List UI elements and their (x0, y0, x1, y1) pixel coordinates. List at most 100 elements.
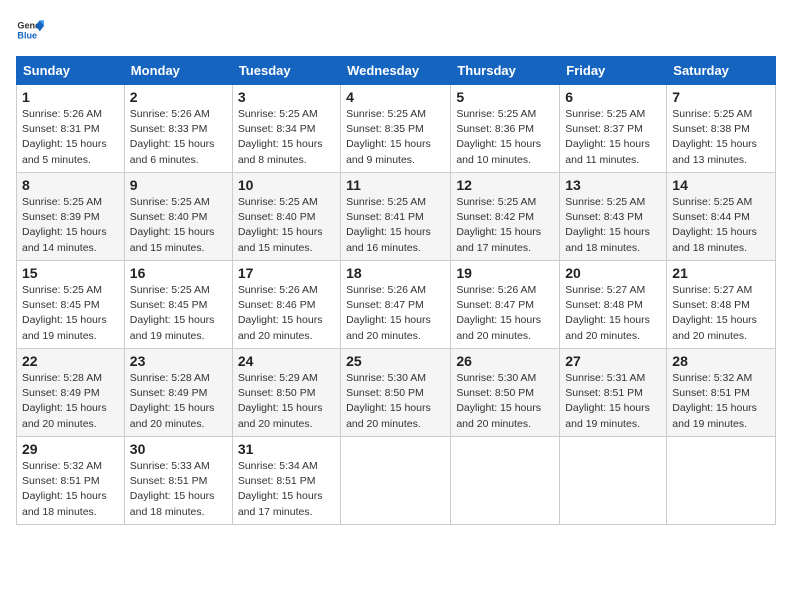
calendar-day-21: 21 Sunrise: 5:27 AMSunset: 8:48 PMDaylig… (667, 261, 776, 349)
day-number: 9 (130, 177, 227, 193)
day-detail: Sunrise: 5:25 AMSunset: 8:35 PMDaylight:… (346, 108, 431, 166)
calendar-day-25: 25 Sunrise: 5:30 AMSunset: 8:50 PMDaylig… (341, 349, 451, 437)
calendar-day-19: 19 Sunrise: 5:26 AMSunset: 8:47 PMDaylig… (451, 261, 560, 349)
calendar-day-15: 15 Sunrise: 5:25 AMSunset: 8:45 PMDaylig… (17, 261, 125, 349)
calendar-header-row: SundayMondayTuesdayWednesdayThursdayFrid… (17, 57, 776, 85)
calendar-day-22: 22 Sunrise: 5:28 AMSunset: 8:49 PMDaylig… (17, 349, 125, 437)
calendar-table: SundayMondayTuesdayWednesdayThursdayFrid… (16, 56, 776, 525)
day-detail: Sunrise: 5:28 AMSunset: 8:49 PMDaylight:… (22, 372, 107, 430)
calendar-day-31: 31 Sunrise: 5:34 AMSunset: 8:51 PMDaylig… (232, 437, 340, 525)
day-number: 6 (565, 89, 661, 105)
day-detail: Sunrise: 5:25 AMSunset: 8:38 PMDaylight:… (672, 108, 757, 166)
weekday-header-sunday: Sunday (17, 57, 125, 85)
weekday-header-saturday: Saturday (667, 57, 776, 85)
day-number: 19 (456, 265, 554, 281)
day-number: 7 (672, 89, 770, 105)
day-detail: Sunrise: 5:25 AMSunset: 8:43 PMDaylight:… (565, 196, 650, 254)
day-number: 13 (565, 177, 661, 193)
page-header: General Blue (16, 16, 776, 44)
day-number: 22 (22, 353, 119, 369)
day-number: 12 (456, 177, 554, 193)
day-number: 5 (456, 89, 554, 105)
day-detail: Sunrise: 5:29 AMSunset: 8:50 PMDaylight:… (238, 372, 323, 430)
day-number: 1 (22, 89, 119, 105)
calendar-day-20: 20 Sunrise: 5:27 AMSunset: 8:48 PMDaylig… (560, 261, 667, 349)
day-number: 16 (130, 265, 227, 281)
day-number: 8 (22, 177, 119, 193)
calendar-day-5: 5 Sunrise: 5:25 AMSunset: 8:36 PMDayligh… (451, 85, 560, 173)
calendar-day-11: 11 Sunrise: 5:25 AMSunset: 8:41 PMDaylig… (341, 173, 451, 261)
calendar-day-30: 30 Sunrise: 5:33 AMSunset: 8:51 PMDaylig… (124, 437, 232, 525)
day-detail: Sunrise: 5:25 AMSunset: 8:40 PMDaylight:… (238, 196, 323, 254)
day-detail: Sunrise: 5:34 AMSunset: 8:51 PMDaylight:… (238, 460, 323, 518)
day-detail: Sunrise: 5:26 AMSunset: 8:47 PMDaylight:… (456, 284, 541, 342)
day-number: 30 (130, 441, 227, 457)
day-number: 10 (238, 177, 335, 193)
calendar-day-3: 3 Sunrise: 5:25 AMSunset: 8:34 PMDayligh… (232, 85, 340, 173)
day-detail: Sunrise: 5:27 AMSunset: 8:48 PMDaylight:… (565, 284, 650, 342)
calendar-day-26: 26 Sunrise: 5:30 AMSunset: 8:50 PMDaylig… (451, 349, 560, 437)
calendar-week-2: 8 Sunrise: 5:25 AMSunset: 8:39 PMDayligh… (17, 173, 776, 261)
calendar-day-24: 24 Sunrise: 5:29 AMSunset: 8:50 PMDaylig… (232, 349, 340, 437)
day-detail: Sunrise: 5:25 AMSunset: 8:34 PMDaylight:… (238, 108, 323, 166)
weekday-header-tuesday: Tuesday (232, 57, 340, 85)
calendar-day-13: 13 Sunrise: 5:25 AMSunset: 8:43 PMDaylig… (560, 173, 667, 261)
day-number: 31 (238, 441, 335, 457)
calendar-day-29: 29 Sunrise: 5:32 AMSunset: 8:51 PMDaylig… (17, 437, 125, 525)
day-detail: Sunrise: 5:26 AMSunset: 8:33 PMDaylight:… (130, 108, 215, 166)
day-number: 24 (238, 353, 335, 369)
day-detail: Sunrise: 5:30 AMSunset: 8:50 PMDaylight:… (346, 372, 431, 430)
day-number: 14 (672, 177, 770, 193)
day-detail: Sunrise: 5:25 AMSunset: 8:41 PMDaylight:… (346, 196, 431, 254)
day-number: 20 (565, 265, 661, 281)
weekday-header-wednesday: Wednesday (341, 57, 451, 85)
day-detail: Sunrise: 5:32 AMSunset: 8:51 PMDaylight:… (22, 460, 107, 518)
calendar-day-12: 12 Sunrise: 5:25 AMSunset: 8:42 PMDaylig… (451, 173, 560, 261)
calendar-week-5: 29 Sunrise: 5:32 AMSunset: 8:51 PMDaylig… (17, 437, 776, 525)
calendar-day-6: 6 Sunrise: 5:25 AMSunset: 8:37 PMDayligh… (560, 85, 667, 173)
day-detail: Sunrise: 5:28 AMSunset: 8:49 PMDaylight:… (130, 372, 215, 430)
day-detail: Sunrise: 5:25 AMSunset: 8:45 PMDaylight:… (130, 284, 215, 342)
day-number: 29 (22, 441, 119, 457)
day-number: 15 (22, 265, 119, 281)
calendar-day-17: 17 Sunrise: 5:26 AMSunset: 8:46 PMDaylig… (232, 261, 340, 349)
calendar-body: 1 Sunrise: 5:26 AMSunset: 8:31 PMDayligh… (17, 85, 776, 525)
day-detail: Sunrise: 5:25 AMSunset: 8:42 PMDaylight:… (456, 196, 541, 254)
empty-cell (341, 437, 451, 525)
day-detail: Sunrise: 5:33 AMSunset: 8:51 PMDaylight:… (130, 460, 215, 518)
calendar-day-10: 10 Sunrise: 5:25 AMSunset: 8:40 PMDaylig… (232, 173, 340, 261)
day-number: 17 (238, 265, 335, 281)
calendar-day-28: 28 Sunrise: 5:32 AMSunset: 8:51 PMDaylig… (667, 349, 776, 437)
day-detail: Sunrise: 5:26 AMSunset: 8:31 PMDaylight:… (22, 108, 107, 166)
day-number: 18 (346, 265, 445, 281)
day-detail: Sunrise: 5:25 AMSunset: 8:44 PMDaylight:… (672, 196, 757, 254)
calendar-day-9: 9 Sunrise: 5:25 AMSunset: 8:40 PMDayligh… (124, 173, 232, 261)
day-detail: Sunrise: 5:25 AMSunset: 8:36 PMDaylight:… (456, 108, 541, 166)
day-detail: Sunrise: 5:32 AMSunset: 8:51 PMDaylight:… (672, 372, 757, 430)
logo: General Blue (16, 16, 48, 44)
calendar-day-27: 27 Sunrise: 5:31 AMSunset: 8:51 PMDaylig… (560, 349, 667, 437)
day-number: 11 (346, 177, 445, 193)
day-number: 27 (565, 353, 661, 369)
day-detail: Sunrise: 5:27 AMSunset: 8:48 PMDaylight:… (672, 284, 757, 342)
day-number: 4 (346, 89, 445, 105)
svg-text:Blue: Blue (17, 30, 37, 40)
calendar-week-1: 1 Sunrise: 5:26 AMSunset: 8:31 PMDayligh… (17, 85, 776, 173)
calendar-day-14: 14 Sunrise: 5:25 AMSunset: 8:44 PMDaylig… (667, 173, 776, 261)
day-number: 23 (130, 353, 227, 369)
weekday-header-friday: Friday (560, 57, 667, 85)
weekday-header-thursday: Thursday (451, 57, 560, 85)
calendar-day-16: 16 Sunrise: 5:25 AMSunset: 8:45 PMDaylig… (124, 261, 232, 349)
day-number: 3 (238, 89, 335, 105)
calendar-week-3: 15 Sunrise: 5:25 AMSunset: 8:45 PMDaylig… (17, 261, 776, 349)
calendar-day-8: 8 Sunrise: 5:25 AMSunset: 8:39 PMDayligh… (17, 173, 125, 261)
calendar-day-2: 2 Sunrise: 5:26 AMSunset: 8:33 PMDayligh… (124, 85, 232, 173)
calendar-day-23: 23 Sunrise: 5:28 AMSunset: 8:49 PMDaylig… (124, 349, 232, 437)
empty-cell (451, 437, 560, 525)
day-number: 2 (130, 89, 227, 105)
calendar-day-4: 4 Sunrise: 5:25 AMSunset: 8:35 PMDayligh… (341, 85, 451, 173)
day-detail: Sunrise: 5:25 AMSunset: 8:37 PMDaylight:… (565, 108, 650, 166)
calendar-week-4: 22 Sunrise: 5:28 AMSunset: 8:49 PMDaylig… (17, 349, 776, 437)
empty-cell (667, 437, 776, 525)
day-detail: Sunrise: 5:25 AMSunset: 8:45 PMDaylight:… (22, 284, 107, 342)
